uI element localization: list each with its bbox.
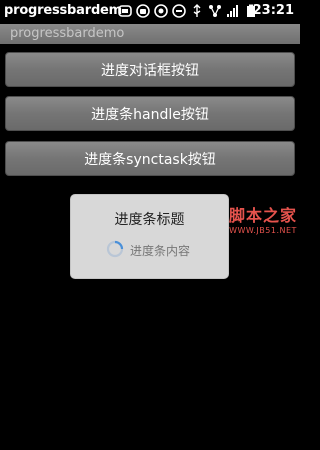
circle-icon: [154, 4, 168, 18]
progress-synctask-button[interactable]: 进度条synctask按钮: [5, 141, 295, 176]
usb-icon: [118, 5, 132, 17]
voicemail-icon: [172, 4, 186, 18]
signal-icon: [227, 5, 238, 17]
status-time: 23:21: [252, 3, 294, 18]
dialog-message: 进度条内容: [130, 244, 191, 258]
title-bar: progressbardemo: [0, 24, 300, 44]
app-title: progressbardemo: [10, 26, 125, 41]
progress-dialog-button[interactable]: 进度对话框按钮: [5, 52, 295, 87]
progress-dialog: 进度条标题 进度条内容: [71, 195, 228, 278]
watermark-main: 脚本之家: [228, 206, 297, 225]
status-app-label: progressbardem: [4, 3, 123, 18]
usb-debug-icon: [193, 4, 201, 17]
status-icons: [118, 4, 258, 18]
alarm-icon: [209, 5, 221, 17]
watermark-sub: WWW.JB51.NET: [229, 226, 297, 235]
android-icon: [136, 4, 150, 18]
spinner-icon: [106, 240, 124, 258]
progress-handle-button[interactable]: 进度条handle按钮: [5, 96, 295, 131]
status-bar: progressbardem 23:21: [0, 0, 300, 24]
dialog-title: 进度条标题: [114, 212, 185, 228]
watermark: 脚本之家 WWW.JB51.NET: [228, 206, 298, 236]
